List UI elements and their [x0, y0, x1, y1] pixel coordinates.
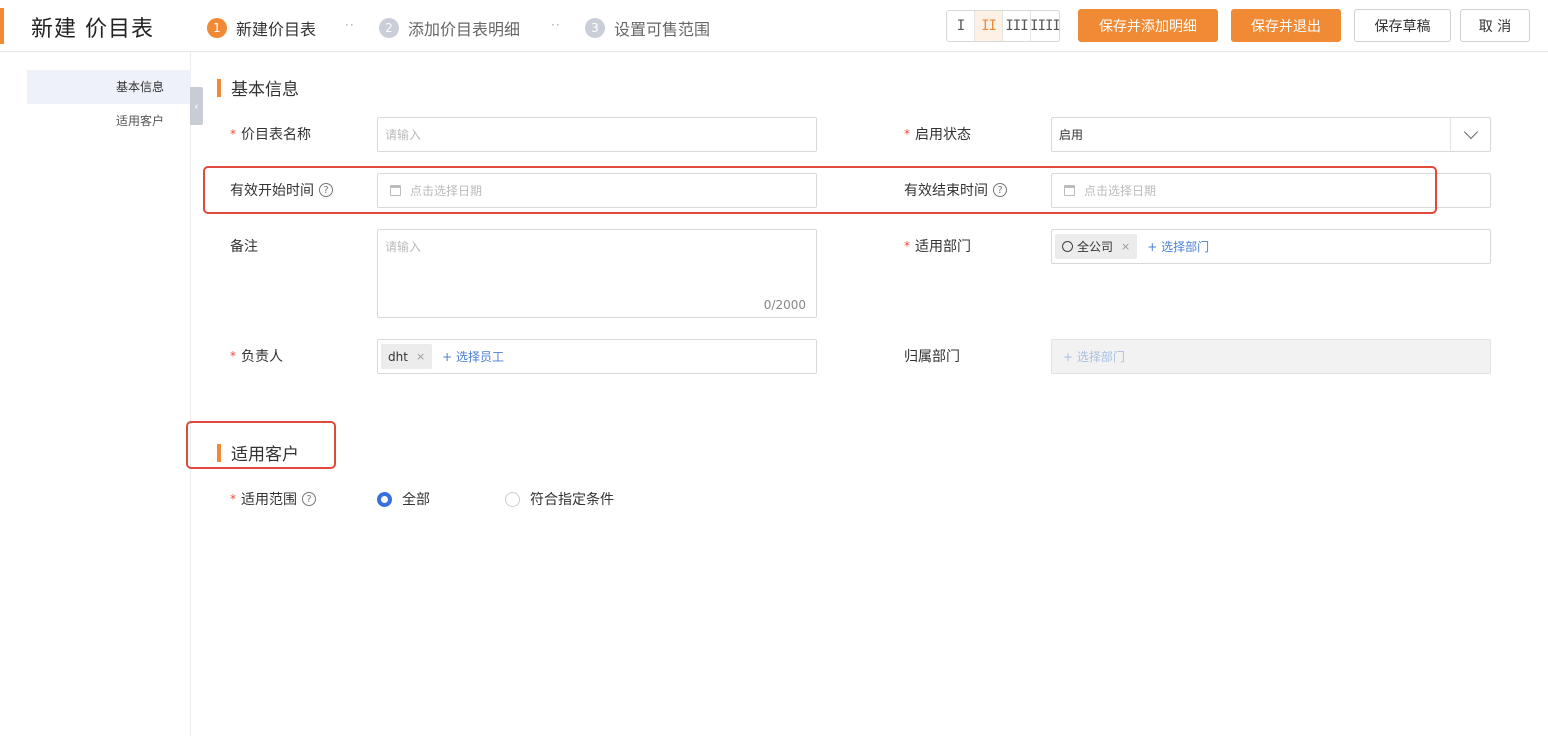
section-accent-bar [217, 78, 221, 97]
required-mark: * [230, 349, 236, 363]
scope-label-text: 适用范围 [241, 492, 297, 508]
section-nav: 基本信息 适用客户 [0, 52, 191, 736]
save-and-exit-button[interactable]: 保存并退出 [1231, 9, 1341, 42]
radio-label: 符合指定条件 [530, 492, 614, 508]
select-dept-link[interactable]: + 选择部门 [1147, 238, 1209, 255]
nav-item-customers[interactable]: 适用客户 [27, 104, 191, 138]
step-label: 设置可售范围 [614, 20, 711, 39]
required-mark: * [904, 239, 910, 253]
owner-label: * 负责人 [230, 346, 283, 366]
chevron-down-icon[interactable] [1450, 118, 1490, 151]
remark-label-text: 备注 [230, 239, 258, 255]
dept-tag: 全公司 × [1055, 234, 1138, 259]
status-value: 启用 [1059, 128, 1084, 142]
layout-1-col-button[interactable]: I [947, 11, 975, 41]
select-owner-dept-link: + 选择部门 [1063, 350, 1125, 364]
select-employee-link[interactable]: + 选择员工 [442, 348, 504, 365]
owner-dept-label-text: 归属部门 [904, 349, 960, 365]
dept-label: * 适用部门 [904, 236, 971, 256]
step-1[interactable]: 1 新建价目表 [207, 16, 316, 40]
owner-dept-label: 归属部门 [904, 346, 960, 366]
remove-tag-icon[interactable]: × [1121, 240, 1130, 253]
cancel-button[interactable]: 取 消 [1460, 9, 1530, 42]
step-2[interactable]: 2 添加价目表明细 [379, 16, 520, 40]
step-separator: ·· [551, 18, 561, 32]
char-counter: 0/2000 [763, 298, 806, 312]
layout-4-col-button[interactable]: IIII [1030, 11, 1059, 41]
owner-tag-text: dht [388, 349, 408, 364]
section-title-text: 基本信息 [231, 80, 299, 100]
remark-textarea[interactable]: 请输入 0/2000 [377, 229, 817, 318]
remark-placeholder: 请输入 [385, 240, 422, 254]
step-label: 添加价目表明细 [408, 20, 521, 39]
owner-label-text: 负责人 [241, 349, 283, 365]
section-title-basic-info: 基本信息 [217, 75, 299, 100]
help-icon[interactable]: ? [302, 492, 316, 506]
column-layout-switcher: I II III IIII [946, 10, 1060, 42]
name-placeholder: 请输入 [385, 128, 422, 142]
radio-label: 全部 [402, 492, 430, 508]
scope-radio-all[interactable]: 全部 [377, 489, 430, 509]
remark-label: 备注 [230, 236, 258, 256]
owner-tag: dht × [381, 344, 433, 369]
step-number: 3 [585, 18, 605, 38]
page-title: 新建 价目表 [31, 17, 154, 42]
name-label: * 价目表名称 [230, 124, 311, 144]
step-3[interactable]: 3 设置可售范围 [585, 16, 710, 40]
status-label: * 启用状态 [904, 124, 971, 144]
validity-period-highlight [203, 166, 1437, 214]
header-accent-bar [0, 8, 4, 44]
nav-item-basic-info[interactable]: 基本信息 [27, 70, 191, 104]
step-number: 2 [379, 18, 399, 38]
name-label-text: 价目表名称 [241, 127, 311, 143]
org-circle-icon [1062, 241, 1073, 252]
scope-label: * 适用范围 ? [230, 489, 316, 509]
sidebar-collapse-icon[interactable]: ‹ [190, 87, 203, 125]
dept-label-text: 适用部门 [915, 239, 971, 255]
radio-selected-icon [377, 491, 392, 507]
radio-unselected-icon [505, 491, 520, 507]
applicable-dept-field: 全公司 × + 选择部门 [1051, 229, 1491, 264]
status-label-text: 启用状态 [915, 127, 971, 143]
owner-dept-field: + 选择部门 [1051, 339, 1491, 374]
step-number: 1 [207, 18, 227, 38]
required-mark: * [230, 492, 236, 506]
required-mark: * [904, 127, 910, 141]
price-list-name-input[interactable]: 请输入 [377, 117, 817, 152]
save-and-add-detail-button[interactable]: 保存并添加明细 [1078, 9, 1218, 42]
required-mark: * [230, 127, 236, 141]
layout-2-col-button[interactable]: II [975, 11, 1003, 41]
dept-tag-text: 全公司 [1077, 240, 1114, 254]
step-label: 新建价目表 [236, 20, 317, 39]
owner-field: dht × + 选择员工 [377, 339, 817, 374]
save-draft-button[interactable]: 保存草稿 [1354, 9, 1451, 42]
price-list-editor: 新建 价目表 1 新建价目表 ·· 2 添加价目表明细 ·· 3 设置可售范围 … [0, 0, 1548, 736]
scope-radio-condition[interactable]: 符合指定条件 [505, 489, 614, 509]
remove-tag-icon[interactable]: × [416, 350, 425, 363]
page-header: 新建 价目表 1 新建价目表 ·· 2 添加价目表明细 ·· 3 设置可售范围 … [0, 0, 1548, 52]
customers-section-highlight [186, 421, 336, 469]
status-select[interactable]: 启用 [1051, 117, 1491, 152]
step-separator: ·· [345, 18, 355, 32]
layout-3-col-button[interactable]: III [1003, 11, 1031, 41]
